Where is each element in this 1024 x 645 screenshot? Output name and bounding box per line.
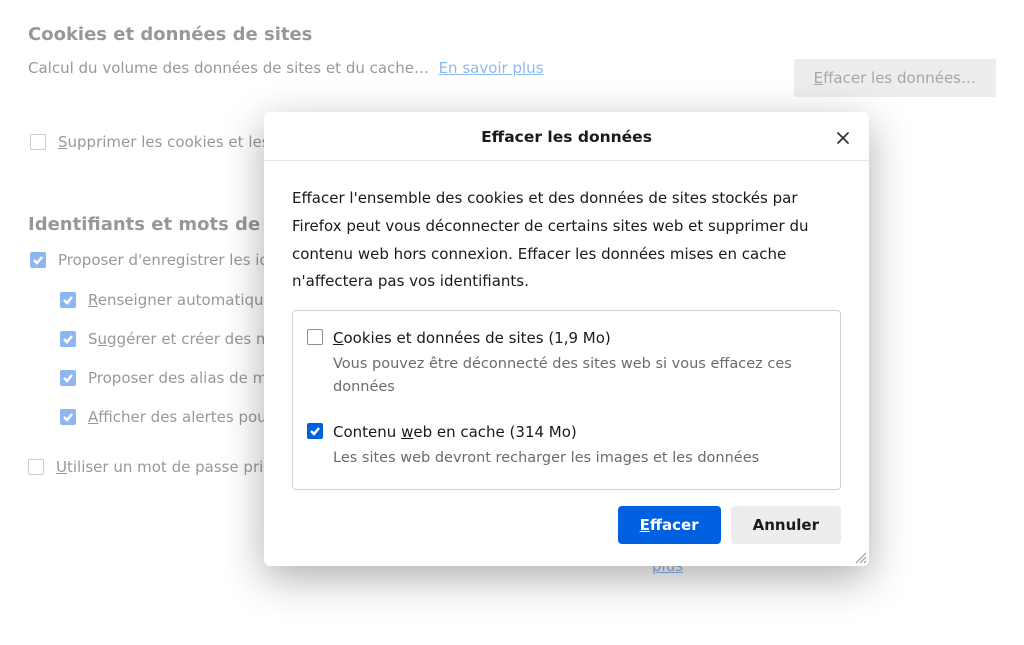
dialog-cookies-label: Cookies et données de sites (1,9 Mo) — [333, 329, 824, 347]
clear-data-button[interactable]: Effacer les données… — [794, 59, 996, 97]
resize-handle-icon[interactable] — [853, 550, 867, 564]
dialog-options-box: Cookies et données de sites (1,9 Mo) Vou… — [292, 310, 841, 490]
clear-data-dialog: Effacer les données Effacer l'ensemble d… — [264, 112, 869, 566]
dialog-actions: Effacer Annuler — [264, 506, 869, 566]
save-logins-checkbox[interactable] — [30, 252, 46, 268]
cancel-button[interactable]: Annuler — [731, 506, 841, 544]
dialog-cookies-sub: Vous pouvez être déconnecté des sites we… — [333, 353, 824, 399]
clear-data-button-label: E — [814, 69, 823, 87]
dialog-cache-sub: Les sites web devront recharger les imag… — [333, 447, 759, 470]
dialog-cache-label: Contenu web en cache (314 Mo) — [333, 423, 759, 441]
dialog-header: Effacer les données — [264, 112, 869, 161]
suggest-checkbox[interactable] — [60, 331, 76, 347]
dialog-cookies-checkbox[interactable] — [307, 329, 323, 345]
calc-line-text: Calcul du volume des données de sites et… — [28, 59, 429, 77]
close-icon[interactable] — [831, 126, 855, 150]
cookies-learn-more-link[interactable]: En savoir plus — [439, 59, 544, 77]
dialog-description: Effacer l'ensemble des cookies et des do… — [292, 185, 841, 296]
alerts-checkbox[interactable] — [60, 409, 76, 425]
cookies-section-title: Cookies et données de sites — [28, 24, 996, 45]
relay-checkbox[interactable] — [60, 370, 76, 386]
delete-cookies-checkbox[interactable] — [30, 134, 46, 150]
clear-button[interactable]: Effacer — [618, 506, 721, 544]
dialog-cache-checkbox[interactable] — [307, 423, 323, 439]
autofill-checkbox[interactable] — [60, 292, 76, 308]
master-pw-checkbox[interactable] — [28, 459, 44, 475]
dialog-title: Effacer les données — [481, 128, 652, 146]
dialog-body: Effacer l'ensemble des cookies et des do… — [264, 161, 869, 506]
